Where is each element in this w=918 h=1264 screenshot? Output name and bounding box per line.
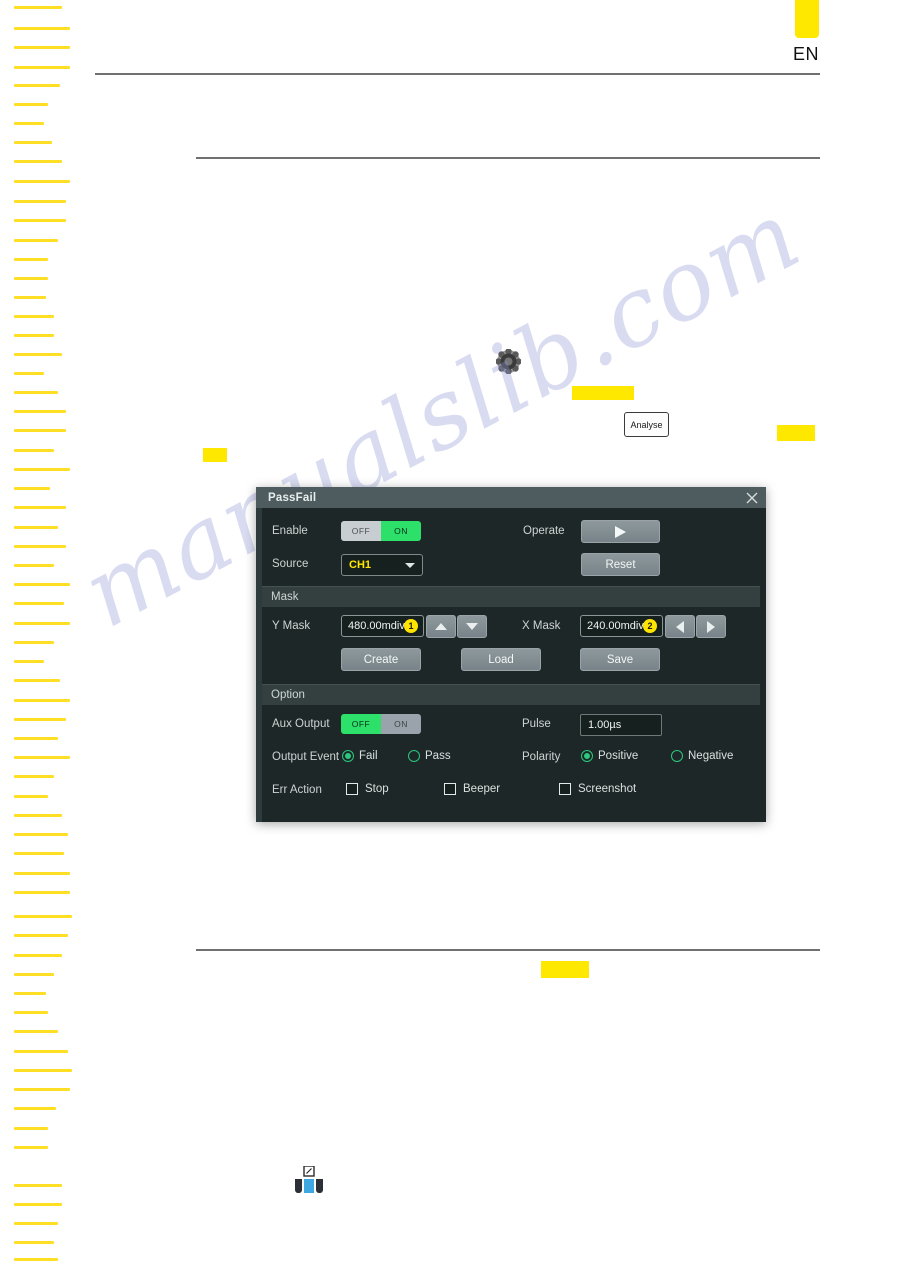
save-button-label: Save: [606, 653, 634, 666]
body-highlight-2: [777, 425, 815, 441]
save-mask-button[interactable]: Save: [580, 648, 660, 671]
polarity-negative-radio[interactable]: Negative: [671, 750, 733, 762]
create-button-label: Create: [363, 653, 399, 666]
x-mask-value: 240.00mdiv: [587, 620, 644, 632]
err-action-beeper-label: Beeper: [463, 783, 501, 795]
enable-toggle-off[interactable]: OFF: [341, 521, 381, 541]
dialog-titlebar: PassFail: [256, 487, 766, 508]
body-highlight-3: [203, 448, 227, 462]
x-mask-label: X Mask: [522, 620, 561, 632]
margin-highlight-bars: [0, 0, 86, 1264]
mask-section-title: Mask: [271, 591, 299, 603]
polarity-positive-radio[interactable]: Positive: [581, 750, 638, 762]
y-mask-badge: 1: [404, 619, 418, 633]
polarity-label: Polarity: [522, 751, 561, 763]
analyse-softkey-button[interactable]: Analyse: [624, 412, 669, 437]
polarity-positive-label: Positive: [598, 750, 639, 762]
pulse-label: Pulse: [522, 718, 551, 730]
load-button-label: Load: [488, 653, 514, 666]
create-mask-button[interactable]: Create: [341, 648, 421, 671]
body-highlight-1: [572, 386, 634, 400]
output-event-label: Output Event: [272, 751, 340, 763]
dialog-title: PassFail: [268, 491, 317, 504]
radio-off-icon: [671, 750, 683, 762]
option-section-title: Option: [271, 689, 305, 701]
y-mask-decrease-button[interactable]: [457, 615, 487, 638]
triangle-right-icon: [707, 620, 715, 633]
err-action-screenshot-checkbox[interactable]: Screenshot: [559, 783, 636, 795]
front-panel-key-icon: [294, 1165, 324, 1194]
load-mask-button[interactable]: Load: [461, 648, 541, 671]
close-icon[interactable]: [744, 490, 760, 506]
play-icon: [615, 525, 626, 538]
checkbox-icon: [559, 783, 571, 795]
checkbox-icon: [444, 783, 456, 795]
err-action-label: Err Action: [272, 784, 322, 796]
polarity-negative-label: Negative: [688, 750, 734, 762]
body-highlight-4: [541, 961, 589, 978]
header-rule: [95, 73, 820, 75]
language-tab-label: EN: [793, 44, 820, 64]
radio-off-icon: [408, 750, 420, 762]
option-section-header: Option: [262, 685, 760, 705]
radio-on-icon: [581, 750, 593, 762]
x-mask-decrease-button[interactable]: [665, 615, 695, 638]
y-mask-increase-button[interactable]: [426, 615, 456, 638]
chevron-down-icon: [405, 563, 415, 568]
aux-output-toggle[interactable]: OFF ON: [341, 714, 421, 734]
err-action-stop-label: Stop: [365, 783, 389, 795]
source-dropdown-value: CH1: [349, 559, 372, 571]
operate-run-button[interactable]: [581, 520, 660, 543]
err-action-screenshot-label: Screenshot: [578, 783, 637, 795]
reset-button[interactable]: Reset: [581, 553, 660, 576]
pulse-value: 1.00µs: [588, 719, 622, 731]
x-mask-badge: 2: [643, 619, 657, 633]
output-event-fail-radio[interactable]: Fail: [342, 750, 378, 762]
enable-toggle-on[interactable]: ON: [381, 521, 421, 541]
output-event-fail-label: Fail: [359, 750, 378, 762]
enable-toggle[interactable]: OFF ON: [341, 521, 421, 541]
y-mask-label: Y Mask: [272, 620, 311, 632]
pulse-field[interactable]: 1.00µs: [580, 714, 662, 736]
source-dropdown[interactable]: CH1: [341, 554, 423, 576]
source-label: Source: [272, 558, 309, 570]
aux-output-toggle-on[interactable]: ON: [381, 714, 421, 734]
output-event-pass-label: Pass: [425, 750, 451, 762]
document-page: EN Analyse manualslib.com PassFail Enabl…: [0, 0, 918, 1264]
err-action-stop-checkbox[interactable]: Stop: [346, 783, 389, 795]
passfail-dialog: PassFail Enable OFF ON Operate Source CH…: [256, 487, 766, 822]
triangle-up-icon: [435, 623, 447, 630]
reset-button-label: Reset: [605, 558, 636, 571]
x-mask-field[interactable]: 240.00mdiv 2: [580, 615, 663, 637]
section-rule-top: [196, 157, 820, 159]
radio-on-icon: [342, 750, 354, 762]
language-tab-marker: [795, 0, 819, 38]
enable-label: Enable: [272, 525, 308, 537]
checkbox-icon: [346, 783, 358, 795]
err-action-beeper-checkbox[interactable]: Beeper: [444, 783, 500, 795]
output-event-pass-radio[interactable]: Pass: [408, 750, 451, 762]
y-mask-field[interactable]: 480.00mdiv 1: [341, 615, 424, 637]
aux-output-label: Aux Output: [272, 718, 330, 730]
triangle-left-icon: [676, 620, 684, 633]
analyse-softkey-label: Analyse: [630, 419, 663, 430]
y-mask-value: 480.00mdiv: [348, 620, 405, 632]
dialog-left-strip: [256, 487, 262, 822]
multipurpose-knob-icon: [495, 348, 522, 375]
section-rule-bottom: [196, 949, 820, 951]
x-mask-increase-button[interactable]: [696, 615, 726, 638]
operate-label: Operate: [523, 525, 565, 537]
aux-output-toggle-off[interactable]: OFF: [341, 714, 381, 734]
triangle-down-icon: [466, 623, 478, 630]
mask-section-header: Mask: [262, 587, 760, 607]
